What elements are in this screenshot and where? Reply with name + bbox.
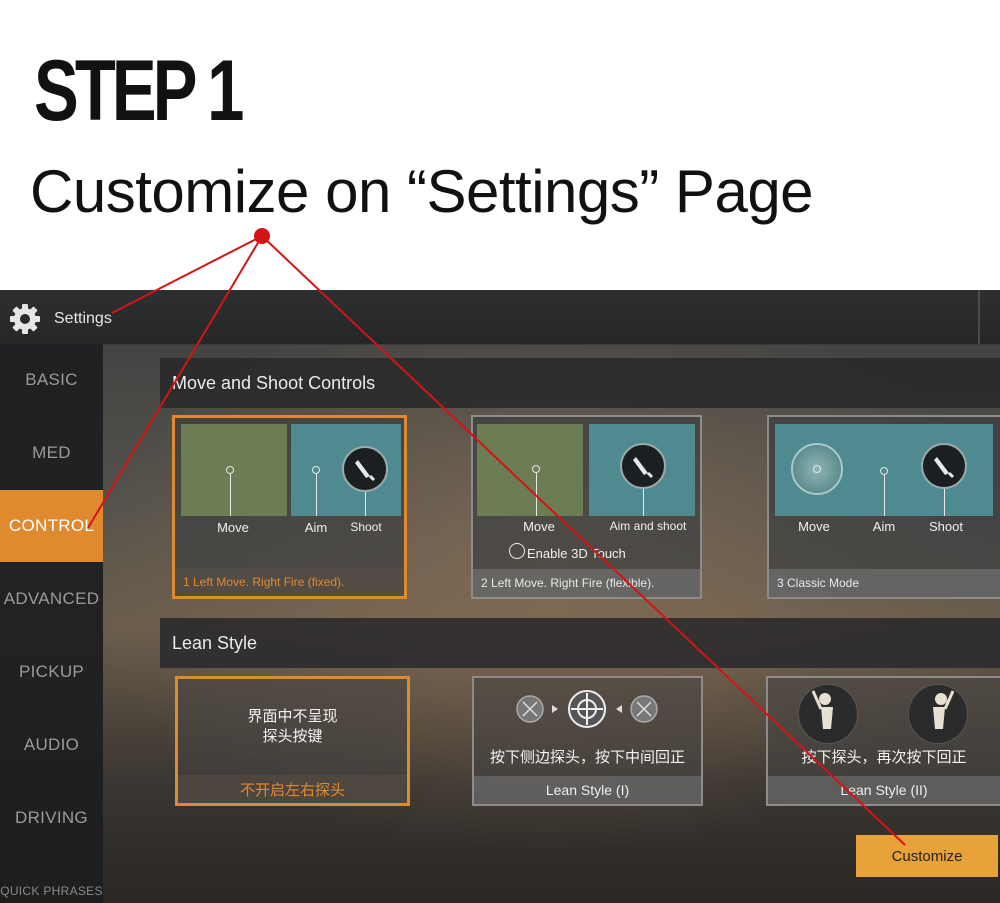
lean-desc-line1: 界面中不呈现 xyxy=(247,708,338,725)
aim-and-shoot-label: Aim and shoot xyxy=(609,519,687,533)
game-settings-screen: Settings BASIC MED CONTROL ADVANCED PICK… xyxy=(0,290,1000,903)
lean-right-figure-icon xyxy=(908,684,968,744)
sidebar-item-advanced[interactable]: ADVANCED xyxy=(0,563,103,635)
bullet-icon xyxy=(921,443,967,489)
aim-stick-line xyxy=(884,475,885,516)
sidebar-item-quick-phrases[interactable]: QUICK PHRASES xyxy=(0,879,103,903)
sidebar-item-basic[interactable]: BASIC xyxy=(0,344,103,416)
move-joystick-dot xyxy=(226,466,234,474)
lean-desc: 按下侧边探头，按下中间回正 xyxy=(489,749,685,766)
step-title: STEP 1 xyxy=(34,43,244,139)
aim-label: Aim xyxy=(872,519,896,534)
move-label: Move xyxy=(523,519,555,534)
card-caption: 3 Classic Mode xyxy=(769,569,1000,597)
lean-desc: 按下探头，再次按下回正 xyxy=(801,749,967,766)
topbar-divider xyxy=(978,290,980,344)
lean-option-style-1[interactable]: 按下侧边探头，按下中间回正 Lean Style (I) xyxy=(472,676,703,806)
move-label: Move xyxy=(217,520,249,535)
lean-style-header: Lean Style xyxy=(160,618,1000,668)
gear-icon[interactable] xyxy=(8,302,42,336)
card-caption: 2 Left Move. Right Fire (flexible). xyxy=(473,569,700,597)
move-label: Move xyxy=(798,519,830,534)
annotation-dot xyxy=(254,228,270,244)
move-shoot-header: Move and Shoot Controls xyxy=(160,358,1000,408)
enable-3d-touch-radio[interactable] xyxy=(509,543,525,559)
move-stick-line xyxy=(230,474,231,516)
shoot-label: Shoot xyxy=(350,520,382,534)
enable-3d-touch-label: Enable 3D Touch xyxy=(527,546,626,561)
move-stick-line xyxy=(536,473,537,516)
lean-option-off[interactable]: 界面中不呈现 探头按键 不开启左右探头 xyxy=(175,676,410,806)
move-tile xyxy=(477,424,583,516)
bullet-icon xyxy=(620,443,666,489)
shoot-stick-line xyxy=(643,489,644,516)
sidebar-item-driving[interactable]: DRIVING xyxy=(0,782,103,854)
customize-button[interactable]: Customize xyxy=(856,835,998,877)
aim-stick-line xyxy=(316,474,317,516)
shoot-label: Shoot xyxy=(929,519,963,534)
settings-sidebar: BASIC MED CONTROL ADVANCED PICKUP AUDIO … xyxy=(0,344,103,903)
control-mode-card-1[interactable]: Move Aim Shoot 1 Left Move. Right Fire (… xyxy=(172,415,407,599)
settings-topbar: Settings xyxy=(0,290,1000,345)
sidebar-item-pickup[interactable]: PICKUP xyxy=(0,636,103,708)
lean-caption: Lean Style (I) xyxy=(474,776,701,804)
aim-dot xyxy=(880,467,888,475)
lean-caption: Lean Style (II) xyxy=(768,776,1000,804)
lean-caption: 不开启左右探头 xyxy=(178,775,407,803)
shoot-stick-line xyxy=(944,489,945,516)
lean-desc-line2: 探头按键 xyxy=(262,728,323,745)
bullet-icon xyxy=(342,446,388,492)
lean-buttons-icon xyxy=(516,690,658,728)
move-joystick-dot xyxy=(532,465,540,473)
shoot-stick-line xyxy=(365,492,366,516)
card-caption: 1 Left Move. Right Fire (fixed). xyxy=(175,568,404,596)
move-joystick-dot xyxy=(813,465,821,473)
aim-label: Aim xyxy=(304,520,328,535)
sidebar-item-audio[interactable]: AUDIO xyxy=(0,709,103,781)
lean-left-figure-icon xyxy=(798,684,858,744)
sidebar-item-control[interactable]: CONTROL xyxy=(0,490,103,562)
control-mode-card-3[interactable]: Move Aim Shoot 3 Classic Mode xyxy=(767,415,1000,599)
move-tile xyxy=(181,424,287,516)
lean-option-style-2[interactable]: 按下探头，再次按下回正 Lean Style (II) xyxy=(766,676,1000,806)
instruction-subtitle: Customize on “Settings” Page xyxy=(30,158,814,225)
sidebar-item-med[interactable]: MED xyxy=(0,417,103,489)
control-mode-card-2[interactable]: Move Aim and shoot Enable 3D Touch 2 Lef… xyxy=(471,415,702,599)
settings-title: Settings xyxy=(54,310,112,327)
aim-dot xyxy=(312,466,320,474)
